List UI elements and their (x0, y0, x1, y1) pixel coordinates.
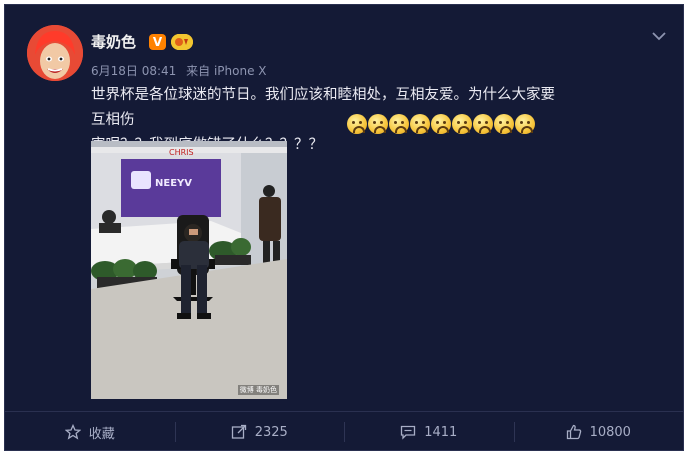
chevron-down-icon[interactable] (651, 27, 667, 41)
wall-sign-text: NEEYV (155, 178, 192, 189)
emoji-row (347, 114, 535, 134)
username[interactable]: 毒奶色 (91, 32, 136, 52)
crying-face-emoji-icon (410, 114, 430, 134)
photo-watermark: 微博 毒奶色 (237, 385, 279, 395)
post-date[interactable]: 6月18日 08:41 (91, 64, 176, 78)
favorite-button[interactable]: 收藏 (5, 412, 175, 452)
comment-count: 1411 (424, 424, 458, 440)
comment-button[interactable]: 1411 (344, 412, 514, 452)
crying-face-emoji-icon (368, 114, 388, 134)
favorite-label: 收藏 (88, 426, 115, 442)
post-photo[interactable]: NEEYV CHRIS 微博 毒奶色 (91, 141, 287, 399)
comment-icon (401, 425, 416, 440)
crying-face-emoji-icon (431, 114, 451, 134)
favorite-icon (64, 424, 81, 440)
repost-button[interactable]: 2325 (174, 412, 345, 452)
avatar[interactable] (27, 25, 83, 81)
crying-face-emoji-icon (515, 114, 535, 134)
post-source: 来自 iPhone X (186, 64, 267, 78)
crying-face-emoji-icon (452, 114, 472, 134)
repost-count: 2325 (254, 424, 288, 440)
crying-face-emoji-icon (347, 114, 367, 134)
post-meta: 6月18日 08:41 来自 iPhone X (91, 63, 273, 79)
like-count: 10800 (589, 424, 631, 440)
action-bar: 收藏 2325 1411 10800 (5, 412, 683, 452)
vip-badge-icon (171, 34, 193, 50)
crying-face-emoji-icon (494, 114, 514, 134)
crying-face-emoji-icon (473, 114, 493, 134)
verified-badge-icon: V (149, 34, 166, 50)
thumbs-up-icon (566, 424, 581, 440)
like-button[interactable]: 10800 (513, 412, 684, 452)
banner-text: CHRIS (169, 148, 194, 157)
crying-face-emoji-icon (389, 114, 409, 134)
weibo-post-card: 毒奶色 V 6月18日 08:41 来自 iPhone X 世界杯是各位球迷的节… (4, 4, 684, 451)
repost-icon (231, 424, 246, 439)
